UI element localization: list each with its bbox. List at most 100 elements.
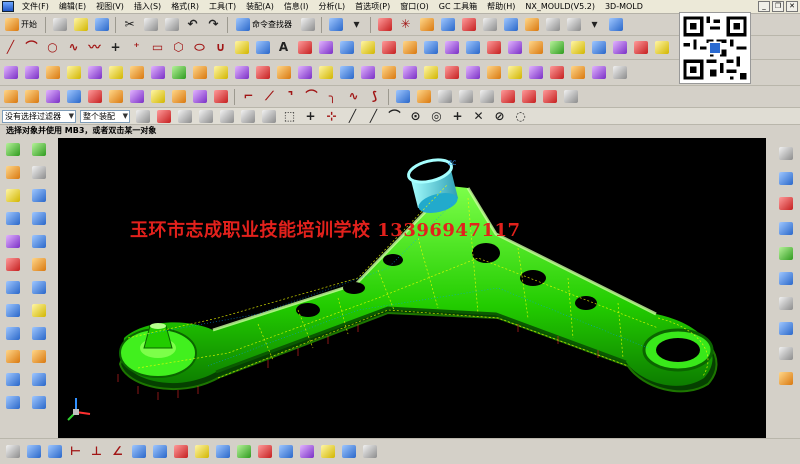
left-tool-7[interactable]: [3, 209, 23, 228]
project-curve-button[interactable]: [358, 39, 377, 57]
right-tool-4[interactable]: [776, 219, 796, 238]
bottom-tool-5[interactable]: ⊥: [87, 443, 106, 461]
right-tool-2[interactable]: [776, 169, 796, 188]
type-filter-select[interactable]: 没有选择过滤器: [2, 109, 76, 123]
bottom-tool-11[interactable]: [213, 443, 232, 461]
surface-tool-22[interactable]: [442, 64, 461, 82]
surface-tool-25[interactable]: [505, 64, 524, 82]
surface-tool-14[interactable]: [274, 64, 293, 82]
point-create-button[interactable]: +: [106, 39, 125, 57]
left-tool-11[interactable]: [3, 255, 23, 274]
feature-tool-12[interactable]: ⌐: [239, 88, 258, 106]
smooth-spline-button[interactable]: [547, 39, 566, 57]
feature-tool-4[interactable]: [64, 88, 83, 106]
feature-tool-22[interactable]: [456, 88, 475, 106]
nx-app-icon[interactable]: [2, 1, 14, 12]
wcs-button[interactable]: [375, 16, 394, 34]
feature-tool-9[interactable]: [169, 88, 188, 106]
bottom-tool-10[interactable]: [192, 443, 211, 461]
layer-button[interactable]: [298, 16, 317, 34]
edit-object-display-button[interactable]: [543, 16, 562, 34]
left-tool-19[interactable]: [3, 347, 23, 366]
surface-tool-10[interactable]: [190, 64, 209, 82]
ellipse-button[interactable]: ⬭: [190, 39, 209, 57]
menu-insert[interactable]: 插入(S): [129, 0, 166, 13]
right-tool-7[interactable]: [776, 294, 796, 313]
join-curve-button[interactable]: [337, 39, 356, 57]
new-file-button[interactable]: [50, 16, 69, 34]
feature-tool-18[interactable]: ⟆: [365, 88, 384, 106]
menu-analysis[interactable]: 分析(L): [313, 0, 350, 13]
surface-tool-9[interactable]: [169, 64, 188, 82]
spline-button[interactable]: ∿: [64, 39, 83, 57]
minimize-icon[interactable]: _: [758, 1, 770, 12]
section-curve-button[interactable]: [400, 39, 419, 57]
feature-tool-2[interactable]: [22, 88, 41, 106]
left-tool-21[interactable]: [3, 370, 23, 389]
text-button[interactable]: A: [274, 39, 293, 57]
feature-tool-5[interactable]: [85, 88, 104, 106]
edit-spline-button[interactable]: [589, 39, 608, 57]
snap-face-button[interactable]: ◌: [511, 107, 530, 125]
render-button[interactable]: [501, 16, 520, 34]
extract-curve-button[interactable]: [421, 39, 440, 57]
fit-button[interactable]: [606, 16, 625, 34]
curve-param-button[interactable]: [610, 39, 629, 57]
surface-tool-24[interactable]: [484, 64, 503, 82]
feature-tool-16[interactable]: ╮: [323, 88, 342, 106]
command-finder-button[interactable]: 命令查找器: [232, 16, 296, 34]
select-edge-button[interactable]: [217, 107, 236, 125]
menu-file[interactable]: 文件(F): [17, 0, 54, 13]
bottom-tool-17[interactable]: [339, 443, 358, 461]
surface-tool-3[interactable]: [43, 64, 62, 82]
surface-tool-12[interactable]: [232, 64, 251, 82]
start-button[interactable]: 开始: [1, 16, 41, 34]
bottom-tool-18[interactable]: [360, 443, 379, 461]
feature-tool-13[interactable]: ⟋: [260, 88, 279, 106]
left-tool-22[interactable]: [29, 370, 49, 389]
bottom-tool-14[interactable]: [276, 443, 295, 461]
arc-button[interactable]: ⌒: [22, 39, 41, 57]
circle-button[interactable]: ○: [43, 39, 62, 57]
surface-tool-11[interactable]: [211, 64, 230, 82]
left-tool-6[interactable]: [29, 186, 49, 205]
curve-fit-button[interactable]: [631, 39, 650, 57]
bottom-tool-16[interactable]: [318, 443, 337, 461]
feature-tool-7[interactable]: [127, 88, 146, 106]
surface-tool-19[interactable]: [379, 64, 398, 82]
bottom-tool-12[interactable]: [234, 443, 253, 461]
feature-tool-23[interactable]: [477, 88, 496, 106]
menu-view[interactable]: 视图(V): [91, 0, 129, 13]
surface-tool-15[interactable]: [295, 64, 314, 82]
surface-tool-6[interactable]: [106, 64, 125, 82]
menu-3d-mold[interactable]: 3D-MOLD: [600, 0, 648, 13]
close-icon[interactable]: ✕: [786, 1, 798, 12]
isoparametric-button[interactable]: [442, 39, 461, 57]
snap-line-button[interactable]: ╱: [343, 107, 362, 125]
save-button[interactable]: [92, 16, 111, 34]
surface-tool-29[interactable]: [589, 64, 608, 82]
surface-tool-2[interactable]: [22, 64, 41, 82]
left-tool-9[interactable]: [3, 232, 23, 251]
feature-tool-1[interactable]: [1, 88, 20, 106]
fillet-curve-button[interactable]: [568, 39, 587, 57]
select-all-button[interactable]: [154, 107, 173, 125]
left-tool-4[interactable]: [29, 163, 49, 182]
left-tool-5[interactable]: [3, 186, 23, 205]
rectangle-select-button[interactable]: ⬚: [280, 107, 299, 125]
menu-gc-toolbox[interactable]: GC 工具箱: [434, 0, 482, 13]
bottom-tool-2[interactable]: [24, 443, 43, 461]
point-set-button[interactable]: ⁺: [127, 39, 146, 57]
line-button[interactable]: ╱: [1, 39, 20, 57]
right-tool-1[interactable]: [776, 144, 796, 163]
bottom-tool-4[interactable]: ⊢: [66, 443, 85, 461]
snap-curve-button[interactable]: ⌒: [385, 107, 404, 125]
layer-settings-button[interactable]: [480, 16, 499, 34]
right-tool-9[interactable]: [776, 344, 796, 363]
bridge-curve-button[interactable]: [316, 39, 335, 57]
polygon-button[interactable]: ⬡: [169, 39, 188, 57]
surface-tool-1[interactable]: [1, 64, 20, 82]
cut-button[interactable]: ✂: [120, 16, 139, 34]
feature-tool-15[interactable]: ⌒: [302, 88, 321, 106]
snap-quadrant-button[interactable]: ◎: [427, 107, 446, 125]
